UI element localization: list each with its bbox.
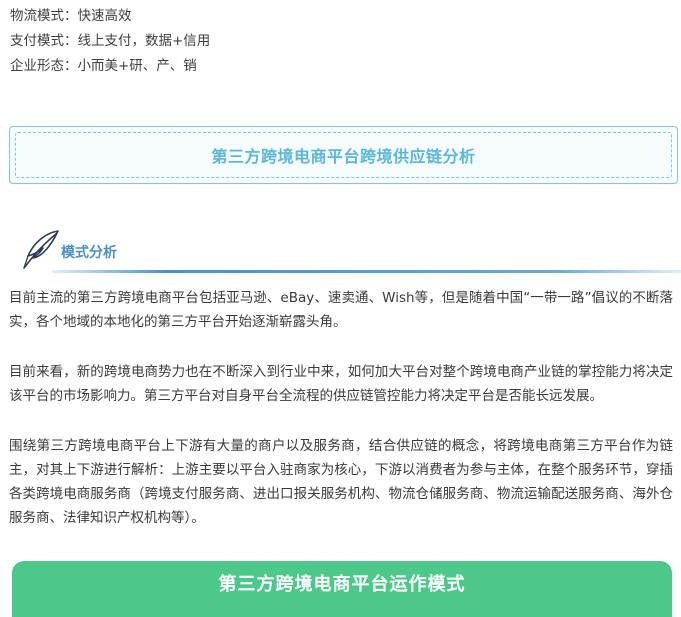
subsection-underline bbox=[52, 270, 681, 273]
paragraph-upstream-downstream: 围绕第三方跨境电商平台上下游有大量的商户以及服务商，结合供应链的概念，将跨境电商… bbox=[9, 438, 673, 526]
enterprise-form-line: 企业形态：小而美+研、产、销 bbox=[10, 58, 197, 74]
subsection-header: 模式分析 bbox=[18, 228, 681, 276]
subsection-title: 模式分析 bbox=[61, 245, 117, 261]
paragraph-new-forces: 目前来看，新的跨境电商势力也在不断深入到行业中来，如何加大平台对整个跨境电商产业… bbox=[9, 364, 673, 404]
title-box-dashed-frame: 第三方跨境电商平台跨境供应链分析 bbox=[15, 132, 672, 178]
mode-list: 物流模式：快速高效 支付模式：线上支付，数据+信用 企业形态：小而美+研、产、销 bbox=[10, 4, 210, 79]
logistics-mode-line: 物流模式：快速高效 bbox=[10, 8, 132, 24]
paragraph-mainstream-platforms: 目前主流的第三方跨境电商平台包括亚马逊、eBay、速卖通、Wish等，但是随着中… bbox=[9, 290, 673, 330]
payment-mode-line: 支付模式：线上支付，数据+信用 bbox=[10, 33, 211, 49]
section-title-box: 第三方跨境电商平台跨境供应链分析 bbox=[9, 126, 678, 184]
section-title-box-text: 第三方跨境电商平台跨境供应链分析 bbox=[211, 147, 476, 166]
feather-pen-icon bbox=[23, 230, 59, 269]
operation-mode-banner: 第三方跨境电商平台运作模式 bbox=[12, 561, 672, 617]
